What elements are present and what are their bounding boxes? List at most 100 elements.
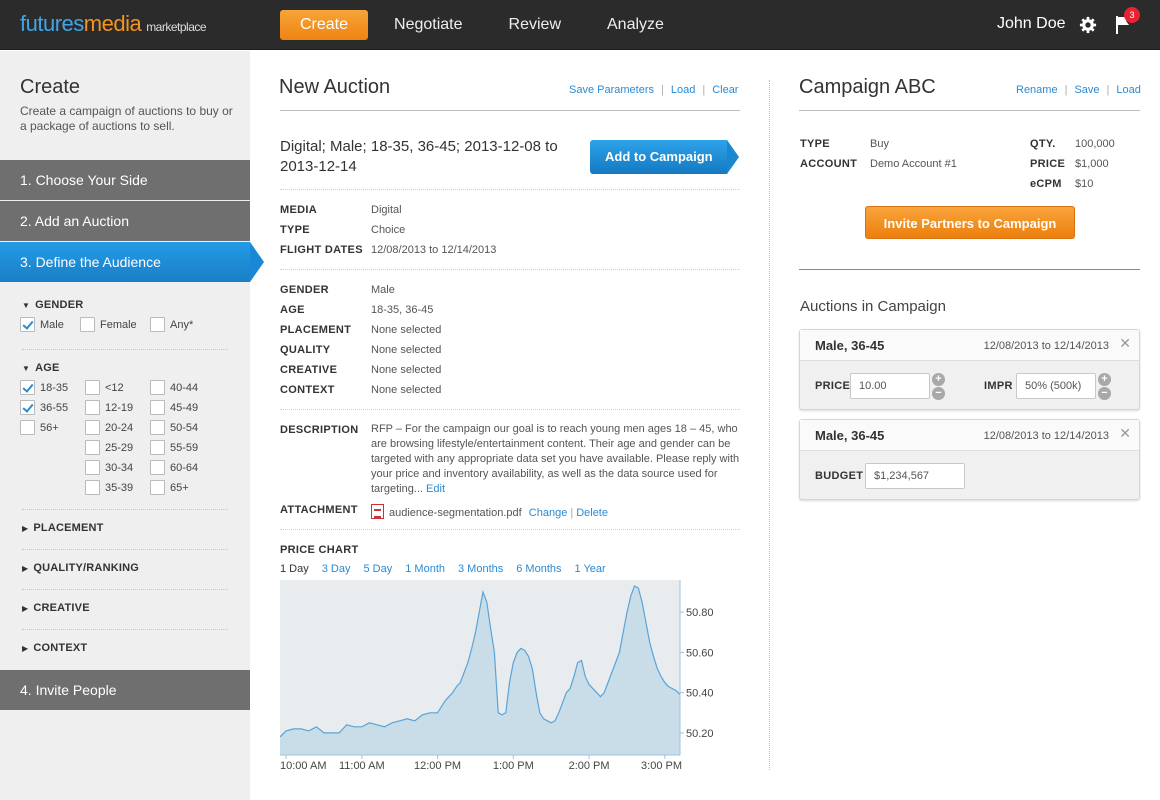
close-icon[interactable]: ✕ [1119,425,1131,442]
range-1-month[interactable]: 1 Month [405,563,445,575]
edit-description-link[interactable]: Edit [426,483,445,495]
sidebar: Create Create a campaign of auctions to … [0,51,264,800]
checkbox[interactable] [20,420,35,435]
user-name[interactable]: John Doe [997,15,1066,33]
field-value: Digital [371,204,402,216]
load-link[interactable]: Load [671,84,695,96]
gear-icon[interactable] [1079,16,1097,34]
field-label: GENDER [280,284,329,296]
checkbox[interactable] [150,317,165,332]
step-add-auction[interactable]: 2. Add an Auction [0,201,250,241]
nav-negotiate[interactable]: Negotiate [374,10,483,40]
age-checkbox-18-35[interactable]: 18-35 [20,380,68,395]
decrement-icon[interactable]: − [932,387,945,400]
info-value: Buy [870,138,889,150]
step-define-audience[interactable]: 3. Define the Audience [0,242,264,282]
age-checkbox-12-19[interactable]: 12-19 [85,400,133,415]
field-label: CREATIVE [280,364,338,376]
logo-marketplace: marketplace [146,20,207,34]
checkbox[interactable] [150,400,165,415]
auctions-in-campaign-title: Auctions in Campaign [800,298,946,315]
save-parameters-link[interactable]: Save Parameters [569,84,654,96]
increment-icon[interactable]: + [1098,373,1111,386]
placement-section-header[interactable]: ▶ PLACEMENT [22,522,104,534]
divider [280,409,740,410]
gender-checkbox-any[interactable]: Any* [150,317,193,332]
checkbox[interactable] [20,400,35,415]
close-icon[interactable]: ✕ [1119,335,1131,352]
checkbox[interactable] [85,480,100,495]
step-choose-side[interactable]: 1. Choose Your Side [0,160,250,200]
age-checkbox-25-29[interactable]: 25-29 [85,440,133,455]
delete-attachment-link[interactable]: Delete [576,507,608,519]
impr-input[interactable]: 50% (500k) [1016,373,1096,399]
checkbox[interactable] [150,380,165,395]
age-checkbox-35-39[interactable]: 35-39 [85,480,133,495]
checkbox[interactable] [80,317,95,332]
age-checkbox-under-12[interactable]: <12 [85,380,124,395]
range-5-day[interactable]: 5 Day [364,563,393,575]
quality-section-header[interactable]: ▶ QUALITY/RANKING [22,562,139,574]
checkbox[interactable] [20,317,35,332]
range-1-day[interactable]: 1 Day [280,563,309,575]
checkbox[interactable] [85,420,100,435]
age-checkbox-50-54[interactable]: 50-54 [150,420,198,435]
age-checkbox-20-24[interactable]: 20-24 [85,420,133,435]
nav-review[interactable]: Review [489,10,581,40]
age-section-header[interactable]: ▼ AGE [22,362,60,374]
auction-card[interactable]: Male, 36-45 12/08/2013 to 12/14/2013 ✕ P… [799,329,1140,410]
add-to-campaign-button[interactable]: Add to Campaign [590,140,739,174]
checkbox[interactable] [85,460,100,475]
rename-link[interactable]: Rename [1016,84,1058,96]
price-input[interactable]: 10.00 [850,373,930,399]
budget-input[interactable]: $1,234,567 [865,463,965,489]
checkbox[interactable] [85,440,100,455]
gender-section-header[interactable]: ▼ GENDER [22,299,83,311]
field-value: 18-35, 36-45 [371,304,434,316]
divider [22,629,228,630]
gender-checkbox-male[interactable]: Male [20,317,64,332]
load-campaign-link[interactable]: Load [1116,84,1140,96]
invite-partners-button[interactable]: Invite Partners to Campaign [865,206,1075,239]
age-checkbox-30-34[interactable]: 30-34 [85,460,133,475]
checkbox[interactable] [150,480,165,495]
checkbox[interactable] [20,380,35,395]
age-checkbox-65-plus[interactable]: 65+ [150,480,189,495]
increment-icon[interactable]: + [932,373,945,386]
decrement-icon[interactable]: − [1098,387,1111,400]
range-6-months[interactable]: 6 Months [516,563,561,575]
checkbox-label: Any* [170,318,194,331]
clear-link[interactable]: Clear [712,84,738,96]
checkbox-label: 12-19 [105,401,134,414]
range-1-year[interactable]: 1 Year [575,563,606,575]
age-checkbox-60-64[interactable]: 60-64 [150,460,198,475]
checkbox[interactable] [150,460,165,475]
range-3-day[interactable]: 3 Day [322,563,351,575]
range-3-months[interactable]: 3 Months [458,563,503,575]
checkbox[interactable] [85,380,100,395]
attachment-filename[interactable]: audience-segmentation.pdf [389,507,522,519]
price-chart: 50.80 50.60 50.40 50.20 10:00 AM 11:00 AM 12:0… [280,580,714,772]
auction-card[interactable]: Male, 36-45 12/08/2013 to 12/14/2013 ✕ B… [799,419,1140,500]
age-checkbox-45-49[interactable]: 45-49 [150,400,198,415]
step-invite-people[interactable]: 4. Invite People [0,670,250,710]
auction-title: New Auction [279,76,391,98]
age-checkbox-55-59[interactable]: 55-59 [150,440,198,455]
age-checkbox-36-55[interactable]: 36-55 [20,400,68,415]
nav-analyze[interactable]: Analyze [587,10,684,40]
context-section-header[interactable]: ▶ CONTEXT [22,642,87,654]
nav-create[interactable]: Create [280,10,369,40]
checkbox[interactable] [85,400,100,415]
x-tick-label: 2:00 PM [569,760,610,772]
checkbox[interactable] [150,420,165,435]
age-checkbox-40-44[interactable]: 40-44 [150,380,198,395]
change-attachment-link[interactable]: Change [529,507,568,519]
field-value: None selected [371,384,442,396]
column-separator [769,80,770,770]
logo[interactable]: futuresmedia marketplace [20,11,207,37]
creative-section-header[interactable]: ▶ CREATIVE [22,602,90,614]
save-link[interactable]: Save [1074,84,1099,96]
age-checkbox-56-plus[interactable]: 56+ [20,420,59,435]
gender-checkbox-female[interactable]: Female [80,317,137,332]
checkbox[interactable] [150,440,165,455]
